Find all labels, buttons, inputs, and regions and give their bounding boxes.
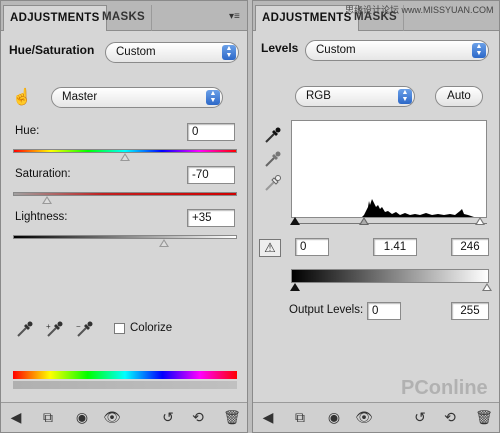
- output-gradient-bar: [291, 269, 489, 283]
- eyedropper-plus-icon[interactable]: +: [45, 319, 65, 339]
- input-black-slider[interactable]: [290, 217, 300, 225]
- output-white-field[interactable]: 255: [451, 302, 489, 320]
- output-black-slider[interactable]: [290, 283, 300, 291]
- preset-select-value: Custom: [116, 46, 156, 58]
- back-arrow-icon[interactable]: ◀: [7, 408, 25, 426]
- reset-icon[interactable]: ⟲: [441, 408, 459, 426]
- screenshot-root: ADJUSTMENTS MASKS ▾≡ Hue/Saturation Cust…: [0, 0, 500, 433]
- select-arrows-icon: ▲ ▼: [472, 43, 486, 58]
- saturation-slider-thumb[interactable]: [41, 196, 52, 204]
- input-spectrum-bar: [13, 371, 237, 379]
- tab-masks[interactable]: MASKS: [96, 5, 153, 31]
- channel-select[interactable]: Master ▲ ▼: [51, 87, 223, 108]
- eye-icon[interactable]: 👁: [355, 408, 373, 426]
- histogram-graph: [292, 199, 486, 217]
- clip-layer-icon[interactable]: ◉: [325, 408, 343, 426]
- colorize-checkbox[interactable]: [114, 323, 125, 334]
- gray-point-eyedropper-icon[interactable]: [263, 149, 283, 169]
- select-arrows-icon: ▲ ▼: [206, 90, 220, 105]
- panel-tab-bar: ADJUSTMENTS MASKS 思缘设计论坛 www.MISSYUAN.CO…: [253, 1, 499, 31]
- black-point-eyedropper-icon[interactable]: [263, 125, 283, 145]
- saturation-input[interactable]: -70: [187, 166, 235, 184]
- preset-select[interactable]: Custom ▲ ▼: [105, 42, 239, 63]
- clipping-warning-icon[interactable]: ⚠: [259, 239, 281, 257]
- hue-input[interactable]: 0: [187, 123, 235, 141]
- watermark-text: 思缘设计论坛 www.MISSYUAN.COM: [345, 5, 494, 15]
- tab-adjustments[interactable]: ADJUSTMENTS: [3, 5, 107, 31]
- eyedropper-minus-icon[interactable]: −: [75, 319, 95, 339]
- eye-icon[interactable]: 👁: [103, 408, 121, 426]
- input-gamma-field[interactable]: 1.41: [373, 238, 417, 256]
- preset-select-value: Custom: [316, 44, 356, 56]
- output-levels-label: Output Levels:: [289, 304, 364, 316]
- hue-slider-thumb[interactable]: [120, 153, 130, 161]
- lightness-input[interactable]: +35: [187, 209, 235, 227]
- tab-adjustments[interactable]: ADJUSTMENTS: [255, 5, 359, 31]
- back-arrow-icon[interactable]: ◀: [259, 408, 277, 426]
- input-gamma-slider[interactable]: [359, 217, 369, 225]
- reset-icon[interactable]: ⟲: [189, 408, 207, 426]
- watermark-logo: PConline: [401, 377, 488, 399]
- input-white-slider[interactable]: [475, 217, 485, 225]
- previous-state-icon[interactable]: ↺: [159, 408, 177, 426]
- white-point-eyedropper-icon[interactable]: [263, 173, 283, 193]
- select-arrows-icon: ▲ ▼: [222, 45, 236, 60]
- expand-view-icon[interactable]: ⧉: [291, 408, 309, 426]
- output-white-slider[interactable]: [482, 283, 492, 291]
- auto-button[interactable]: Auto: [435, 86, 483, 107]
- previous-state-icon[interactable]: ↺: [411, 408, 429, 426]
- panel-menu-icon[interactable]: ▾≡: [229, 11, 240, 22]
- panel-footer: ◀ ⧉ ◉ 👁 ↺ ⟲ 🗑: [1, 402, 247, 432]
- adjustment-title: Levels: [261, 41, 299, 55]
- adjustment-title: Hue/Saturation: [9, 43, 95, 57]
- hue-label: Hue:: [15, 125, 40, 137]
- svg-text:+: +: [46, 322, 51, 331]
- trash-icon[interactable]: 🗑: [223, 408, 241, 426]
- adjustments-panel-levels: ADJUSTMENTS MASKS 思缘设计论坛 www.MISSYUAN.CO…: [252, 0, 500, 433]
- input-black-field[interactable]: 0: [295, 238, 329, 256]
- targeted-adjustment-hand-icon[interactable]: ☝: [11, 87, 33, 107]
- select-arrows-icon: ▲ ▼: [398, 89, 412, 104]
- lightness-slider-track[interactable]: [13, 235, 237, 239]
- panel-tab-bar: ADJUSTMENTS MASKS ▾≡: [1, 1, 247, 31]
- lightness-label: Lightness:: [15, 211, 68, 223]
- input-slider-track[interactable]: [291, 223, 487, 224]
- lightness-slider-thumb[interactable]: [159, 239, 170, 247]
- output-black-field[interactable]: 0: [367, 302, 401, 320]
- channel-select[interactable]: RGB ▲ ▼: [295, 86, 415, 107]
- channel-select-value: RGB: [306, 90, 331, 102]
- colorize-label: Colorize: [130, 322, 173, 334]
- svg-text:−: −: [76, 322, 81, 331]
- clip-layer-icon[interactable]: ◉: [73, 408, 91, 426]
- eyedropper-icon[interactable]: [15, 319, 35, 339]
- expand-view-icon[interactable]: ⧉: [39, 408, 57, 426]
- channel-select-value: Master: [62, 91, 98, 103]
- output-spectrum-bar: [13, 381, 237, 389]
- input-white-field[interactable]: 246: [451, 238, 489, 256]
- panel-footer: ◀ ⧉ ◉ 👁 ↺ ⟲ 🗑: [253, 402, 499, 432]
- histogram: [291, 120, 487, 218]
- trash-icon[interactable]: 🗑: [475, 408, 493, 426]
- saturation-label: Saturation:: [15, 168, 71, 180]
- preset-select[interactable]: Custom ▲ ▼: [305, 40, 489, 61]
- adjustments-panel-hue-saturation: ADJUSTMENTS MASKS ▾≡ Hue/Saturation Cust…: [0, 0, 248, 433]
